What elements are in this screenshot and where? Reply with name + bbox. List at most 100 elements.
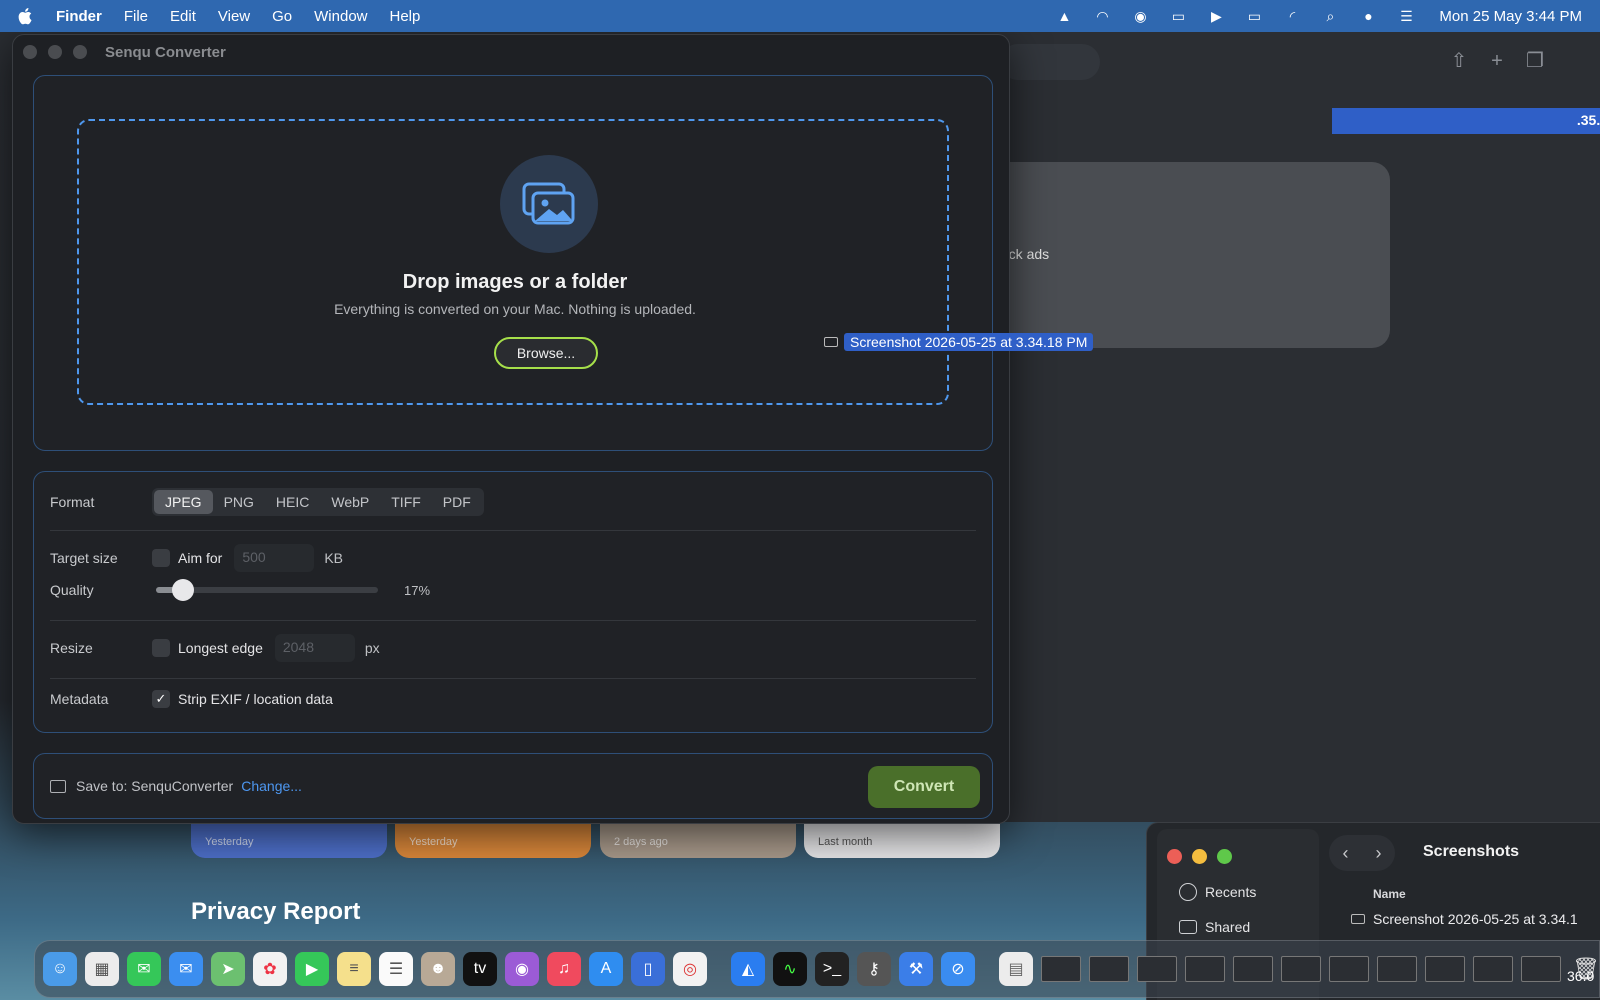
- screenshot-thumbnail[interactable]: [1521, 956, 1561, 982]
- finder-close-button[interactable]: [1167, 849, 1182, 864]
- plus-icon[interactable]: +: [1486, 50, 1508, 72]
- tabs-icon[interactable]: ❐: [1524, 50, 1546, 72]
- notes-icon[interactable]: ≡: [337, 952, 371, 986]
- card-yesterday-1[interactable]: Yesterday: [191, 824, 387, 858]
- search-icon[interactable]: ⌕: [1319, 8, 1341, 24]
- menu-view[interactable]: View: [218, 8, 250, 25]
- browse-button[interactable]: Browse...: [494, 337, 598, 369]
- sidebar-item-recents[interactable]: Recents: [1179, 883, 1256, 901]
- menu-app-name[interactable]: Finder: [56, 8, 102, 25]
- format-option-pdf[interactable]: PDF: [432, 490, 482, 514]
- menu-file[interactable]: File: [124, 8, 148, 25]
- longest-edge-checkbox[interactable]: [152, 639, 170, 657]
- safari-icon[interactable]: ⊘: [941, 952, 975, 986]
- resize-row: Resize Longest edge 2048 px: [50, 634, 976, 662]
- sidebar-item-shared[interactable]: Shared: [1179, 919, 1250, 935]
- screenshot-thumbnail[interactable]: [1329, 956, 1369, 982]
- dragged-file[interactable]: Screenshot 2026-05-25 at 3.34.18 PM: [824, 332, 1094, 352]
- apple-icon[interactable]: [18, 7, 34, 25]
- keychain-icon[interactable]: ⚷: [857, 952, 891, 986]
- convert-button[interactable]: Convert: [868, 766, 980, 808]
- menu-edit[interactable]: Edit: [170, 8, 196, 25]
- music-icon[interactable]: ♫: [547, 952, 581, 986]
- compass-icon[interactable]: ◉: [1129, 8, 1151, 24]
- drop-zone[interactable]: Drop images or a folder Everything is co…: [77, 119, 949, 405]
- strip-exif-checkbox[interactable]: ✓: [152, 690, 170, 708]
- format-option-tiff[interactable]: TIFF: [380, 490, 432, 514]
- format-row: Format JPEG PNG HEIC WebP TIFF PDF: [50, 488, 976, 516]
- arc-icon[interactable]: ◠: [1091, 8, 1113, 24]
- screenshot-thumbnail[interactable]: [1473, 956, 1513, 982]
- menu-go[interactable]: Go: [272, 8, 292, 25]
- file-row[interactable]: Screenshot 2026-05-25 at 3.34.1: [1351, 911, 1578, 927]
- launchpad-icon[interactable]: ▦: [85, 952, 119, 986]
- mail-icon[interactable]: ✉: [169, 952, 203, 986]
- screenshot-thumbnail[interactable]: [1281, 956, 1321, 982]
- selected-file-row[interactable]: .35.1: [1332, 108, 1600, 134]
- screenshot-thumbnail[interactable]: [1137, 956, 1177, 982]
- tv-icon[interactable]: tv: [463, 952, 497, 986]
- finder-zoom-button[interactable]: [1217, 849, 1232, 864]
- wifi-icon[interactable]: ◜: [1281, 8, 1303, 24]
- quality-slider-thumb[interactable]: [171, 579, 194, 601]
- divider: [50, 678, 976, 679]
- chrome-icon[interactable]: ◎: [673, 952, 707, 986]
- menu-window[interactable]: Window: [314, 8, 367, 25]
- aim-for-checkbox[interactable]: [152, 549, 170, 567]
- change-folder-link[interactable]: Change...: [241, 778, 302, 794]
- messages-icon[interactable]: ✉: [127, 952, 161, 986]
- xcode-icon[interactable]: ⚒: [899, 952, 933, 986]
- screenshot-thumbnail[interactable]: [1185, 956, 1225, 982]
- siri-icon[interactable]: ●: [1357, 8, 1379, 24]
- vpn-icon[interactable]: ◭: [731, 952, 765, 986]
- card-last-month[interactable]: Last month: [804, 824, 1000, 858]
- footer-panel: Save to: SenquConverter Change... Conver…: [33, 753, 993, 819]
- minimize-button[interactable]: [48, 45, 62, 59]
- maps-icon[interactable]: ➤: [211, 952, 245, 986]
- screenshot-thumbnail[interactable]: [1377, 956, 1417, 982]
- longest-edge-label: Longest edge: [178, 640, 263, 656]
- screenshot-thumbnail[interactable]: [1233, 956, 1273, 982]
- format-option-heic[interactable]: HEIC: [265, 490, 320, 514]
- screenshot-thumbnail[interactable]: [1089, 956, 1129, 982]
- longest-edge-input[interactable]: 2048: [274, 634, 355, 662]
- format-option-png[interactable]: PNG: [213, 490, 265, 514]
- card-yesterday-2[interactable]: Yesterday: [395, 824, 591, 858]
- background-browser-window: ⇧ + ❐ th block ads: [980, 32, 1600, 822]
- metadata-label: Metadata: [50, 691, 109, 707]
- share-icon[interactable]: ⇧: [1448, 50, 1470, 72]
- forward-icon[interactable]: ›: [1376, 843, 1382, 864]
- play-icon[interactable]: ▶: [1205, 8, 1227, 24]
- zoom-button[interactable]: [73, 45, 87, 59]
- terminal-icon[interactable]: >_: [815, 952, 849, 986]
- format-option-jpeg[interactable]: JPEG: [154, 490, 213, 514]
- resize-unit: px: [364, 640, 380, 656]
- target-size-input[interactable]: 500: [234, 544, 315, 572]
- back-icon[interactable]: ‹: [1343, 843, 1349, 864]
- facetime-icon[interactable]: ▶: [295, 952, 329, 986]
- screenshot-thumbnail[interactable]: [1041, 956, 1081, 982]
- simulator-icon[interactable]: ▯: [631, 952, 665, 986]
- mountain-icon[interactable]: ▲: [1053, 8, 1075, 24]
- podcasts-icon[interactable]: ◉: [505, 952, 539, 986]
- contacts-icon[interactable]: ☻: [421, 952, 455, 986]
- format-option-webp[interactable]: WebP: [320, 490, 380, 514]
- activity-monitor-icon[interactable]: ∿: [773, 952, 807, 986]
- finder-icon[interactable]: ☺: [43, 952, 77, 986]
- document-icon[interactable]: ▤: [999, 952, 1033, 986]
- photos-icon[interactable]: ✿: [253, 952, 287, 986]
- menu-clock[interactable]: Mon 25 May 3:44 PM: [1439, 8, 1582, 25]
- control-center-icon[interactable]: ☰: [1395, 8, 1417, 24]
- display-icon[interactable]: ▭: [1167, 8, 1189, 24]
- name-column-header[interactable]: Name: [1373, 887, 1406, 901]
- reminders-icon[interactable]: ☰: [379, 952, 413, 986]
- screenshot-thumbnail[interactable]: [1425, 956, 1465, 982]
- app-store-icon[interactable]: A: [589, 952, 623, 986]
- finder-minimize-button[interactable]: [1192, 849, 1207, 864]
- card-2-days-ago[interactable]: 2 days ago: [600, 824, 796, 858]
- close-button[interactable]: [23, 45, 37, 59]
- target-size-label: Target size: [50, 550, 118, 566]
- menu-help[interactable]: Help: [390, 8, 421, 25]
- quality-slider[interactable]: [156, 579, 378, 601]
- battery-icon[interactable]: ▭: [1243, 8, 1265, 24]
